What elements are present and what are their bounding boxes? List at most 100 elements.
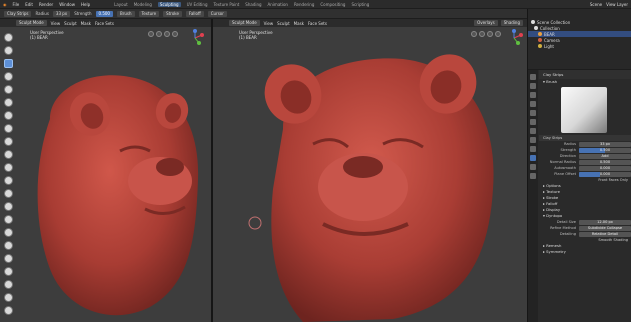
setting-field[interactable]: Subdivide Collapse — [579, 225, 631, 231]
setting-field[interactable]: 33 px — [579, 141, 631, 147]
falloff-menu[interactable]: Falloff — [185, 10, 204, 17]
render-tab-icon[interactable] — [530, 83, 536, 89]
setting-field[interactable]: 0.500 — [579, 159, 631, 165]
annotate-icon[interactable] — [4, 306, 13, 315]
layer-brush-icon[interactable] — [4, 85, 13, 94]
stroke-menu[interactable]: Stroke — [163, 10, 182, 17]
menu-edit[interactable]: Edit — [25, 2, 33, 7]
physics-tab-icon[interactable] — [530, 146, 536, 152]
pinch-brush-icon[interactable] — [4, 189, 13, 198]
pan-icon[interactable] — [479, 31, 485, 37]
box-mask-icon[interactable] — [4, 293, 13, 302]
workspace-tab-layout[interactable]: Layout — [114, 2, 128, 7]
setting-field[interactable]: Add — [579, 153, 631, 159]
workspace-tab-animation[interactable]: Animation — [268, 2, 288, 7]
mask-menu-left[interactable]: Mask — [81, 21, 91, 26]
active-tool-tab-icon[interactable] — [530, 155, 536, 161]
smooth-brush-icon[interactable] — [4, 137, 13, 146]
mode-selector-right[interactable]: Sculpt Mode — [229, 20, 260, 26]
viewport-right[interactable]: Sculpt Mode View Sculpt Mask Face Sets O… — [213, 19, 527, 322]
sculpt-menu-right[interactable]: Sculpt — [277, 21, 290, 26]
workspace-tab-modeling[interactable]: Modeling — [134, 2, 152, 7]
setting-field[interactable]: Relative Detail — [579, 231, 631, 237]
output-tab-icon[interactable] — [530, 92, 536, 98]
inflate-brush-icon[interactable] — [4, 98, 13, 107]
object-tab-icon[interactable] — [530, 128, 536, 134]
clay-strips-brush-icon[interactable] — [4, 59, 13, 68]
fill-brush-icon[interactable] — [4, 163, 13, 172]
ortho-toggle-icon[interactable] — [495, 31, 501, 37]
menubar-right: Scene View Layer — [590, 2, 631, 7]
mask-menu-right[interactable]: Mask — [294, 21, 304, 26]
grab-brush-icon[interactable] — [4, 202, 13, 211]
radius-field[interactable]: 33 px — [52, 10, 71, 17]
ortho-toggle-icon[interactable] — [172, 31, 178, 37]
face-sets-menu-left[interactable]: Face Sets — [95, 21, 114, 26]
workspace-tab-sculpting[interactable]: Sculpting — [157, 1, 181, 7]
overlays-dropdown[interactable]: Overlays — [474, 20, 498, 26]
menu-help[interactable]: Help — [81, 2, 90, 7]
texture-menu[interactable]: Texture — [138, 10, 160, 17]
mask-brush-icon[interactable] — [4, 280, 13, 289]
camera-view-icon[interactable] — [164, 31, 170, 37]
menu-window[interactable]: Window — [59, 2, 75, 7]
brush-menu[interactable]: Brush — [116, 10, 135, 17]
view-layer-selector[interactable]: View Layer — [606, 2, 628, 7]
brush-section-header[interactable]: ▾ Brush — [539, 79, 631, 85]
face-sets-menu-right[interactable]: Face Sets — [308, 21, 327, 26]
blob-brush-icon[interactable] — [4, 111, 13, 120]
tool-tab-icon[interactable] — [530, 74, 536, 80]
strength-field[interactable]: 0.500 — [95, 10, 113, 17]
workspace-tab-compositing[interactable]: Compositing — [320, 2, 345, 7]
view-layer-tab-icon[interactable] — [530, 101, 536, 107]
scrape-brush-icon[interactable] — [4, 176, 13, 185]
world-tab-icon[interactable] — [530, 119, 536, 125]
setting-field[interactable]: 0.500 — [579, 147, 631, 153]
axis-gizmo-left-icon[interactable] — [186, 29, 204, 47]
scene-selector[interactable]: Scene — [590, 2, 602, 7]
pan-icon[interactable] — [156, 31, 162, 37]
brush-selector[interactable]: Clay Strips — [4, 10, 32, 17]
menu-render[interactable]: Render — [39, 2, 53, 7]
workspace-tab-rendering[interactable]: Rendering — [294, 2, 314, 7]
scene-tab-icon[interactable] — [530, 110, 536, 116]
setting-field[interactable]: 0.000 — [579, 165, 631, 171]
setting-field[interactable]: 12.00 px — [579, 219, 631, 225]
rotate-brush-icon[interactable] — [4, 267, 13, 276]
setting-value: 0.500 — [599, 159, 611, 164]
blender-logo-icon[interactable]: ◉ — [3, 2, 7, 7]
draw-sharp-brush-icon[interactable] — [4, 46, 13, 55]
section-label: Stroke — [546, 195, 559, 200]
brush-preview-thumbnail[interactable] — [561, 87, 607, 133]
modifier-tab-icon[interactable] — [530, 137, 536, 143]
view-menu-left[interactable]: View — [51, 21, 61, 26]
material-tab-icon[interactable] — [530, 164, 536, 170]
sculpt-menu-left[interactable]: Sculpt — [64, 21, 77, 26]
zoom-icon[interactable] — [148, 31, 154, 37]
camera-view-icon[interactable] — [487, 31, 493, 37]
bottom-sections: ▸ Remesh ▸ Symmetry — [539, 243, 631, 255]
viewport-left[interactable]: Sculpt Mode View Sculpt Mask Face Sets U… — [0, 19, 211, 322]
clay-brush-icon[interactable] — [4, 72, 13, 81]
mode-selector-left[interactable]: Sculpt Mode — [16, 20, 47, 26]
view-menu-right[interactable]: View — [264, 21, 274, 26]
workspace-tab-scripting[interactable]: Scripting — [351, 2, 369, 7]
outliner-item-light[interactable]: Light — [528, 43, 631, 49]
workspace-tab-shading[interactable]: Shading — [245, 2, 261, 7]
setting-field[interactable]: 0.000 — [579, 171, 631, 177]
zoom-icon[interactable] — [471, 31, 477, 37]
shading-dropdown[interactable]: Shading — [500, 20, 523, 26]
texture-tab-icon[interactable] — [530, 173, 536, 179]
workspace-tab-texture-paint[interactable]: Texture Paint — [213, 2, 239, 7]
draw-brush-icon[interactable] — [4, 33, 13, 42]
flatten-brush-icon[interactable] — [4, 150, 13, 159]
section-symmetry[interactable]: ▸ Symmetry — [539, 249, 631, 255]
menu-file[interactable]: File — [13, 2, 20, 7]
crease-brush-icon[interactable] — [4, 124, 13, 133]
thumb-brush-icon[interactable] — [4, 228, 13, 237]
cursor-menu[interactable]: Cursor — [207, 10, 227, 17]
pose-brush-icon[interactable] — [4, 241, 13, 250]
snake-hook-brush-icon[interactable] — [4, 215, 13, 224]
nudge-brush-icon[interactable] — [4, 254, 13, 263]
workspace-tab-uv-editing[interactable]: UV Editing — [187, 2, 208, 7]
